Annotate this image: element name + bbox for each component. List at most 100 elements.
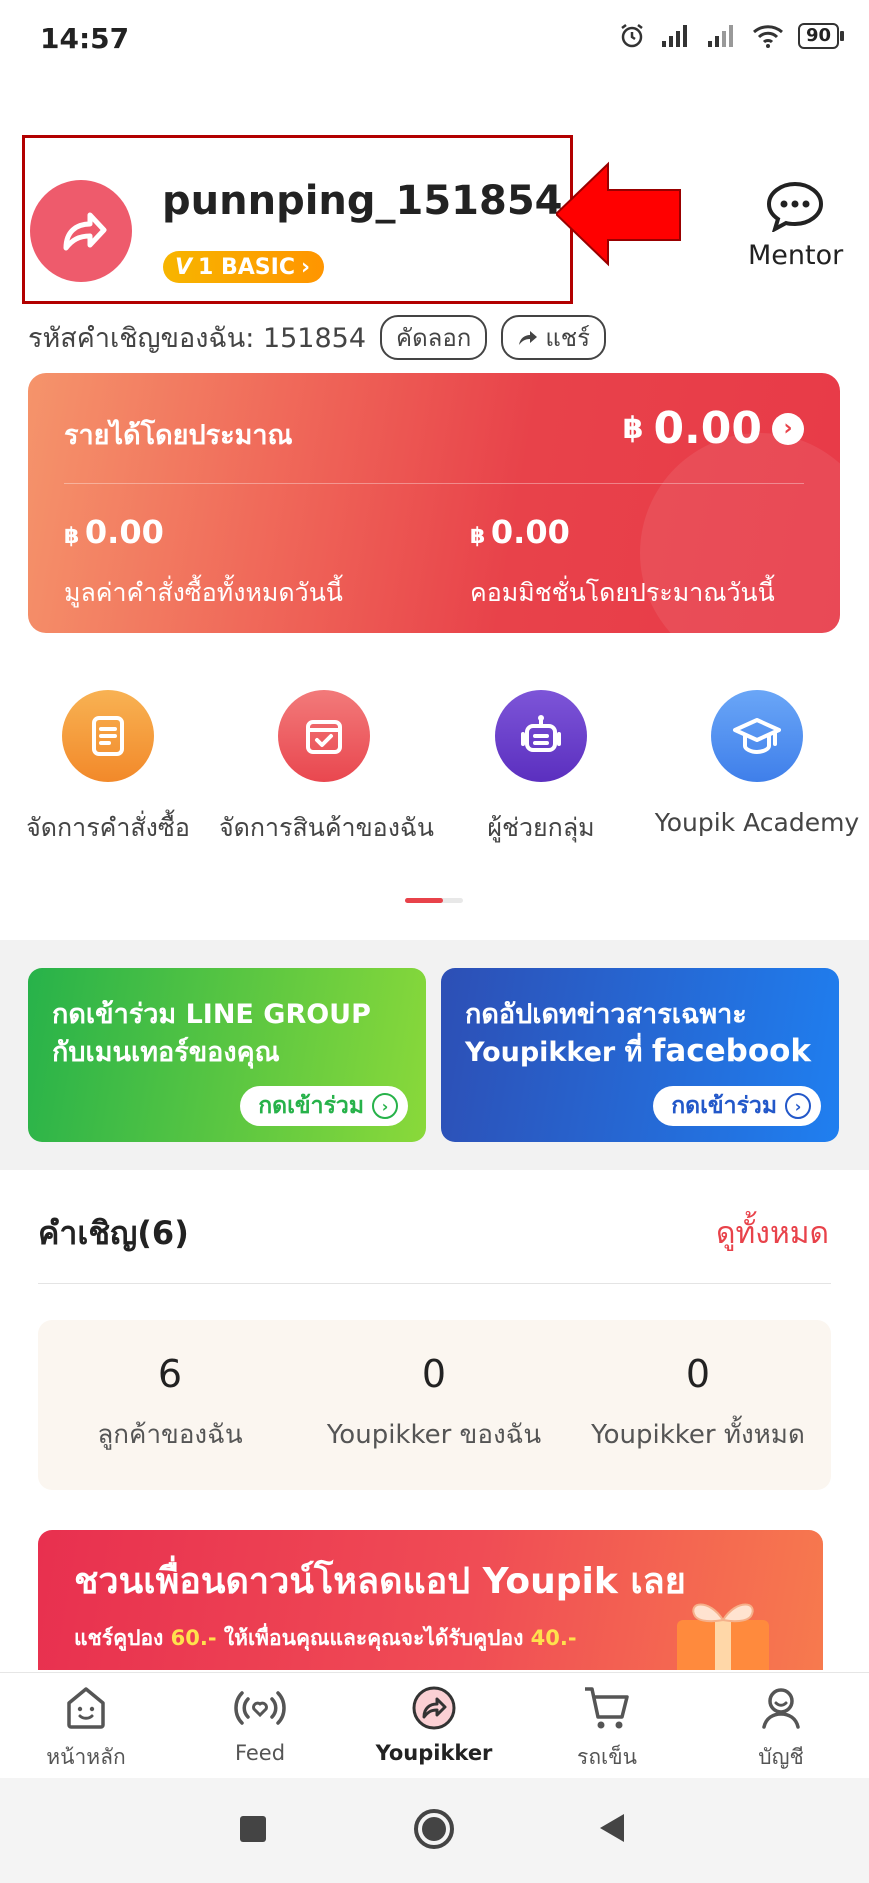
invite-code-row: รหัสคำเชิญของฉัน: 151854 คัดลอก แชร์: [28, 315, 606, 360]
earnings-card[interactable]: รายได้โดยประมาณ ฿ 0.00 › ฿ 0.00 มูลค่าคำ…: [28, 373, 840, 633]
line-join-label: กดเข้าร่วม: [258, 1093, 364, 1119]
back-triangle-icon: [600, 1814, 624, 1842]
stat-all-youpikkers[interactable]: 0 Youpikker ทั้งหมด: [566, 1352, 830, 1455]
annotation-highlight-box: [22, 135, 573, 304]
invitations-title: คำเชิญ(6): [38, 1214, 189, 1252]
earnings-title: รายได้โดยประมาณ: [64, 420, 293, 451]
manage-orders-button[interactable]: จัดการคำสั่งซื้อ: [3, 690, 213, 848]
order-value: ฿ 0.00: [64, 513, 164, 551]
chevron-right-icon: ›: [772, 412, 804, 445]
copy-button[interactable]: คัดลอก: [380, 315, 488, 360]
chevron-right-icon: ›: [785, 1093, 811, 1119]
nav-account[interactable]: บัญชี: [711, 1683, 851, 1774]
facebook-join-label: กดเข้าร่วม: [671, 1093, 777, 1119]
recent-apps-button[interactable]: [240, 1816, 266, 1842]
mentor-button[interactable]: Mentor: [748, 180, 844, 271]
line-group-banner[interactable]: กดเข้าร่วม LINE GROUP กับเมนเทอร์ของคุณ …: [28, 968, 426, 1142]
commission-amount: 0.00: [490, 513, 570, 551]
stat-my-youpikkers[interactable]: 0 Youpikker ของฉัน: [302, 1352, 566, 1455]
status-time: 14:57: [40, 22, 130, 55]
stat-label: Youpikker ของฉัน: [326, 1420, 542, 1450]
nav-feed[interactable]: Feed: [190, 1683, 330, 1765]
facebook-banner-line2-text: Youpikker ที่: [465, 1037, 652, 1068]
cart-icon: [585, 1687, 629, 1729]
share-button[interactable]: แชร์: [501, 315, 606, 360]
group-assistant-button[interactable]: ผู้ช่วยกลุ่ม: [436, 690, 646, 848]
facebook-wordmark: facebook: [651, 1033, 812, 1069]
invite-code-label: รหัสคำเชิญของฉัน: 151854: [28, 323, 367, 354]
nav-account-label: บัญชี: [758, 1745, 804, 1769]
group-assistant-label: ผู้ช่วยกลุ่ม: [487, 813, 595, 842]
nav-feed-label: Feed: [234, 1741, 286, 1765]
chat-bubble-icon: [766, 181, 824, 234]
earnings-total[interactable]: ฿ 0.00 ›: [623, 403, 804, 454]
back-button[interactable]: [596, 1812, 628, 1844]
share-label: แชร์: [545, 324, 590, 352]
home-icon: [67, 1687, 105, 1729]
stat-value: 6: [157, 1352, 183, 1396]
referral-banner[interactable]: ชวนเพื่อนดาวน์โหลดแอป Youpik เลย แชร์คูป…: [38, 1530, 823, 1670]
page-indicator-active: [405, 898, 443, 903]
account-icon: [762, 1688, 800, 1729]
robot-icon: [495, 690, 587, 782]
products-icon: [278, 690, 370, 782]
facebook-banner-line1: กดอัปเดทข่าวสารเฉพาะ: [465, 999, 747, 1030]
status-bar: 14:57 90: [0, 0, 869, 80]
manage-orders-label: จัดการคำสั่งซื้อ: [26, 813, 190, 842]
currency-symbol: ฿: [64, 524, 80, 549]
divider: [64, 483, 804, 484]
referral-sub-text-1: แชร์คูปอง: [74, 1626, 171, 1650]
commission-label: คอมมิชชั่นโดยประมาณวันนี้: [470, 578, 775, 607]
line-banner-line1: กดเข้าร่วม LINE GROUP: [52, 999, 371, 1030]
referral-subtitle: แชร์คูปอง 60.- ให้เพื่อนคุณและคุณจะได้รั…: [74, 1622, 577, 1655]
referral-reward-amount: 40.-: [530, 1626, 577, 1650]
stat-label: ลูกค้าของฉัน: [97, 1420, 243, 1450]
nav-cart-label: รถเข็น: [577, 1745, 637, 1769]
youpik-academy-button[interactable]: Youpik Academy: [652, 690, 862, 837]
stat-value: 0: [421, 1352, 447, 1396]
signal-icon: [661, 25, 687, 47]
chevron-right-icon: ›: [372, 1093, 398, 1119]
status-icons: 90: [618, 22, 845, 50]
currency-symbol: ฿: [470, 524, 486, 549]
nav-home-label: หน้าหลัก: [46, 1745, 126, 1769]
mentor-label: Mentor: [748, 240, 844, 271]
currency-symbol: ฿: [622, 411, 644, 446]
orders-icon: [62, 690, 154, 782]
line-join-button[interactable]: กดเข้าร่วม ›: [240, 1086, 408, 1126]
order-value-label: มูลค่าคำสั่งซื้อทั้งหมดวันนี้: [64, 578, 343, 607]
referral-coupon-amount: 60.-: [170, 1626, 217, 1650]
manage-products-label: จัดการสินค้าของฉัน: [219, 813, 435, 842]
feed-icon: [234, 1691, 286, 1725]
gift-box-icon: [677, 1603, 769, 1670]
alarm-icon: [621, 24, 643, 48]
home-button[interactable]: [413, 1808, 455, 1850]
commission: ฿ 0.00: [470, 513, 570, 551]
home-circle-icon: [414, 1809, 454, 1849]
view-all-link[interactable]: ดูทั้งหมด: [716, 1210, 829, 1257]
referral-sub-text-2: ให้เพื่อนคุณและคุณจะได้รับคูปอง: [216, 1626, 531, 1650]
nav-cart[interactable]: รถเข็น: [537, 1683, 677, 1774]
battery-indicator: 90: [797, 23, 845, 49]
nav-home[interactable]: หน้าหลัก: [16, 1683, 156, 1774]
annotation-arrow-icon: [556, 161, 681, 267]
stat-value: 0: [685, 1352, 711, 1396]
nav-youpikker-label: Youpikker: [375, 1741, 493, 1765]
facebook-banner-line2: Youpikker ที่ facebook: [465, 1030, 811, 1073]
youpikker-icon: [412, 1686, 456, 1730]
facebook-join-button[interactable]: กดเข้าร่วม ›: [653, 1086, 821, 1126]
divider: [38, 1283, 831, 1284]
facebook-banner[interactable]: กดอัปเดทข่าวสารเฉพาะ Youpikker ที่ faceb…: [441, 968, 839, 1142]
bottom-nav: หน้าหลัก Feed Youpikker รถเข็น บัญชี: [0, 1672, 869, 1779]
earnings-total-amount: 0.00: [653, 403, 762, 454]
order-value-amount: 0.00: [84, 513, 164, 551]
wifi-icon: [752, 25, 783, 48]
stat-my-customers[interactable]: 6 ลูกค้าของฉัน: [38, 1352, 302, 1455]
youpik-academy-label: Youpik Academy: [654, 808, 860, 837]
share-icon: [519, 330, 538, 345]
graduation-cap-icon: [711, 690, 803, 782]
manage-products-button[interactable]: จัดการสินค้าของฉัน: [219, 690, 435, 848]
nav-youpikker[interactable]: Youpikker: [364, 1683, 504, 1765]
system-nav-bar: [0, 1778, 869, 1883]
invitation-stats: 6 ลูกค้าของฉัน 0 Youpikker ของฉัน 0 Youp…: [38, 1320, 831, 1490]
